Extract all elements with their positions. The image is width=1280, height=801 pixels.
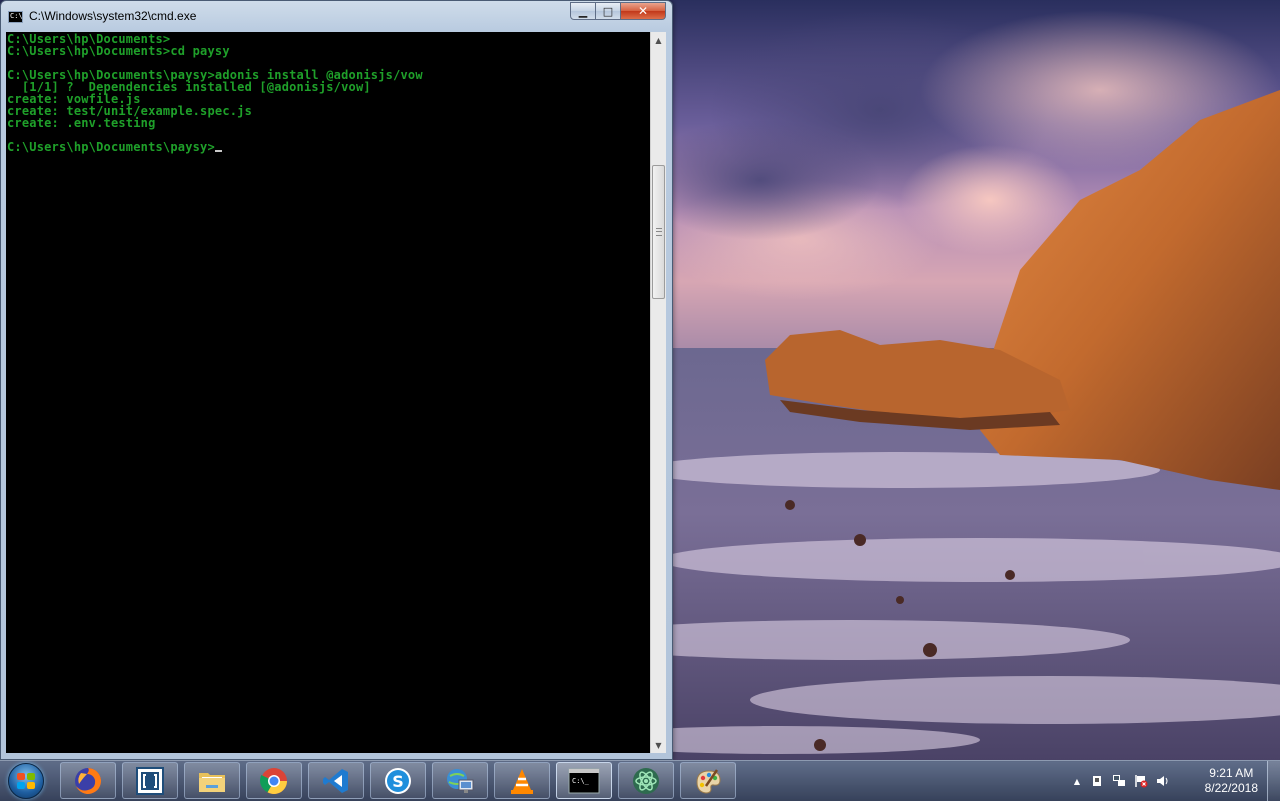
taskbar-firefox[interactable] [60, 762, 116, 799]
folder-icon [199, 772, 225, 792]
chrome-icon [260, 767, 288, 794]
taskbar-skype[interactable]: S [370, 762, 426, 799]
scroll-thumb[interactable] [652, 165, 665, 299]
system-tray: ▲ 9:21 AM 8/22/2018 [1060, 761, 1280, 801]
window-controls: ▁ □ ✕ [570, 2, 666, 20]
cmd-window-icon[interactable]: C:\ [8, 11, 23, 23]
vertical-scrollbar[interactable]: ▲ ▼ [650, 32, 666, 753]
scroll-down-arrow[interactable]: ▼ [651, 737, 666, 753]
text-cursor [214, 150, 222, 152]
taskbar-cmd[interactable]: C:\_ [556, 762, 612, 799]
volume-icon[interactable] [1156, 774, 1170, 788]
atom-icon [633, 767, 659, 794]
taskbar-vlc[interactable] [494, 762, 550, 799]
taskbar-brackets[interactable] [122, 762, 178, 799]
close-button[interactable]: ✕ [621, 2, 666, 20]
console-prompt-line[interactable]: C:\Users\hp\Documents\paysy> [7, 141, 650, 153]
console-prompt: C:\Users\hp\Documents\paysy> [7, 140, 215, 154]
console-line: C:\Users\hp\Documents>cd paysy [7, 44, 230, 58]
action-center-icon[interactable] [1134, 774, 1148, 788]
cmd-window: C:\ C:\Windows\system32\cmd.exe ▁ □ ✕ C:… [0, 0, 673, 760]
title-bar[interactable]: C:\ C:\Windows\system32\cmd.exe ▁ □ ✕ [1, 1, 672, 31]
usb-device-icon[interactable] [1090, 774, 1104, 788]
minimize-button[interactable]: ▁ [570, 2, 596, 20]
console-output[interactable]: C:\Users\hp\Documents> C:\Users\hp\Docum… [6, 32, 650, 753]
maximize-button[interactable]: □ [596, 2, 621, 20]
taskbar-chrome[interactable] [246, 762, 302, 799]
svg-text:C:\_: C:\_ [572, 777, 590, 785]
taskbar: S C:\_ ▲ 9:21 AM 8/22/2018 [0, 760, 1280, 801]
clock-date: 8/22/2018 [1204, 781, 1258, 795]
network-status-icon[interactable] [1112, 774, 1126, 788]
windows-logo-icon [8, 763, 44, 799]
brackets-icon [136, 766, 164, 795]
svg-text:S: S [392, 772, 404, 791]
taskbar-vscode[interactable] [308, 762, 364, 799]
paint-icon [696, 768, 721, 794]
scroll-up-arrow[interactable]: ▲ [651, 32, 666, 48]
vscode-icon [323, 768, 348, 793]
show-desktop-button[interactable] [1267, 761, 1280, 801]
clock-time: 9:21 AM [1209, 766, 1254, 780]
show-hidden-icons-button[interactable]: ▲ [1070, 774, 1084, 788]
taskbar-explorer[interactable] [184, 762, 240, 799]
skype-icon: S [385, 767, 411, 794]
cmd-icon: C:\_ [568, 768, 600, 793]
network-computer-icon [447, 768, 474, 793]
taskbar-network[interactable] [432, 762, 488, 799]
start-button[interactable] [7, 763, 45, 799]
taskbar-atom[interactable] [618, 762, 674, 799]
system-clock[interactable]: 9:21 AM 8/22/2018 [1205, 766, 1258, 796]
console-line: create: .env.testing [7, 116, 156, 130]
vlc-icon [511, 768, 533, 794]
taskbar-paint[interactable] [680, 762, 736, 799]
grip-icon [655, 228, 662, 236]
window-title: C:\Windows\system32\cmd.exe [29, 9, 197, 23]
firefox-icon [75, 767, 101, 794]
